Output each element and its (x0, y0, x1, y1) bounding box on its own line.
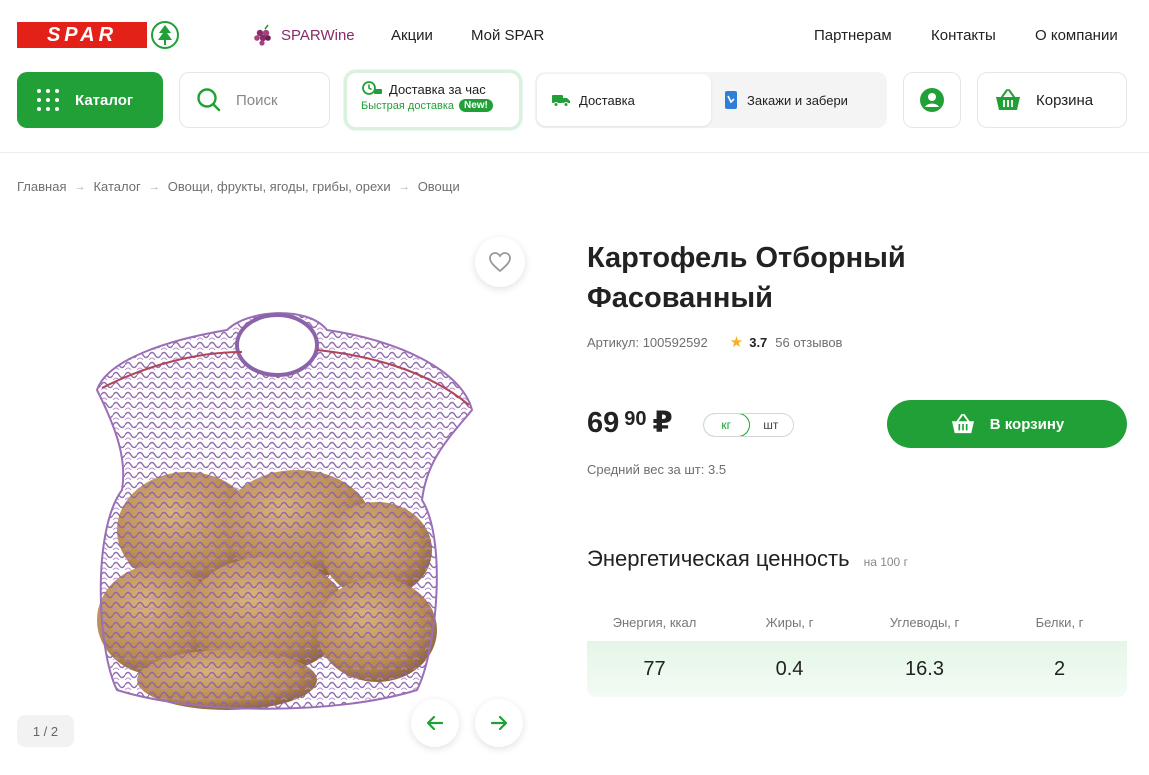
new-badge: New! (459, 99, 493, 112)
catalog-label: Каталог (75, 91, 134, 109)
nutrition-value-fat: 0.4 (775, 657, 804, 680)
breadcrumb-subcategory[interactable]: Овощи (418, 179, 460, 194)
spar-tree-icon (151, 21, 179, 49)
nutrition-header-protein: Белки, г (1035, 614, 1084, 630)
nav-link-partners[interactable]: Партнерам (814, 27, 892, 44)
nutrition-heading: Энергетическая ценность на 100 г (587, 546, 908, 572)
arrow-right-icon (491, 716, 507, 730)
pickup-tab[interactable]: Закажи и забери (723, 74, 848, 126)
fast-delivery-title: Доставка за час (389, 81, 486, 97)
search-placeholder: Поиск (236, 91, 278, 109)
product-title: Картофель Отборный Фасованный (587, 242, 906, 314)
delivery-mode-switch: Доставка Закажи и забери (535, 72, 887, 128)
nutrition-header-fat: Жиры, г (765, 614, 814, 630)
nutrition-header-carbs: Углеводы, г (889, 614, 960, 630)
search-input[interactable]: Поиск (179, 72, 330, 128)
breadcrumb-arrow-icon: → (398, 180, 410, 193)
top-bar: SPAR SPARWine Акции Мой SPAR Партнерам К… (0, 0, 1149, 70)
heart-icon (489, 252, 511, 273)
pickup-icon (725, 91, 737, 109)
average-weight: Средний вес за шт: 3.5 (587, 462, 727, 477)
product-gallery: 1 / 2 (17, 225, 537, 765)
delivery-tab-label: Доставка (579, 92, 635, 108)
sparwine-label: SPARWine (281, 26, 355, 44)
truck-icon (552, 95, 570, 107)
breadcrumb-category[interactable]: Овощи, фрукты, ягоды, грибы, орехи (168, 179, 391, 194)
catalog-button[interactable]: Каталог (17, 72, 163, 128)
breadcrumb-arrow-icon: → (148, 180, 160, 193)
cart-label: Корзина (1036, 91, 1094, 109)
add-to-cart-label: В корзину (989, 415, 1065, 433)
nutrition-value-protein: 2 (1053, 657, 1066, 680)
unit-kg[interactable]: кг (704, 414, 750, 436)
nav-link-about[interactable]: О компании (1035, 27, 1118, 44)
fast-delivery-subtitle: Быстрая доставка (361, 99, 454, 112)
profile-button[interactable] (903, 72, 961, 128)
price-fraction: 90 (624, 408, 647, 430)
nav-link-my-spar[interactable]: Мой SPAR (471, 27, 544, 44)
cart-button[interactable]: Корзина (977, 72, 1127, 128)
image-counter: 1 / 2 (17, 715, 74, 747)
fast-delivery-icon (362, 81, 382, 95)
reviews-link[interactable]: 56 отзывов (775, 335, 842, 350)
spar-logo-wordmark: SPAR (17, 22, 147, 48)
user-icon (920, 88, 944, 112)
sparwine-link[interactable]: SPARWine (253, 24, 355, 46)
unit-pcs[interactable]: шт (749, 414, 794, 436)
basket-icon (951, 413, 974, 434)
prev-image-button[interactable] (411, 699, 459, 747)
nutrition-per: на 100 г (863, 555, 908, 569)
grapes-icon (254, 24, 271, 46)
delivery-tab[interactable]: Доставка (537, 74, 711, 126)
pickup-tab-label: Закажи и забери (747, 92, 848, 108)
arrow-left-icon (427, 716, 443, 730)
nutrition-table: Энергия, ккал Жиры, г Углеводы, г Белки,… (587, 603, 1127, 697)
grid-dots-icon (37, 89, 59, 111)
breadcrumb-catalog[interactable]: Каталог (93, 179, 140, 194)
nutrition-value-carbs: 16.3 (905, 657, 944, 680)
nutrition-value-energy: 77 (643, 657, 666, 680)
add-to-cart-button[interactable]: В корзину (887, 400, 1127, 448)
header-divider (0, 152, 1149, 153)
breadcrumb-arrow-icon: → (74, 180, 86, 193)
nutrition-header-row: Энергия, ккал Жиры, г Углеводы, г Белки,… (587, 603, 1127, 641)
price-currency: ₽ (652, 407, 673, 439)
rating-value: 3.7 (749, 334, 768, 350)
nav-link-promos[interactable]: Акции (391, 27, 433, 44)
spar-logo[interactable]: SPAR (17, 21, 179, 49)
star-icon: ★ (729, 334, 744, 351)
unit-toggle: кг шт (703, 413, 794, 437)
product-meta: Артикул: 100592592 ★ 3.7 56 отзывов (587, 333, 842, 351)
product-image (95, 312, 474, 710)
nutrition-header-energy: Энергия, ккал (612, 614, 697, 630)
price-integer: 69 (587, 407, 620, 439)
sku: Артикул: 100592592 (587, 334, 708, 350)
breadcrumb: Главная → Каталог → Овощи, фрукты, ягоды… (17, 179, 460, 194)
nav-link-contacts[interactable]: Контакты (931, 27, 996, 44)
breadcrumb-home[interactable]: Главная (17, 179, 66, 194)
nutrition-value-row: 77 0.4 16.3 2 (587, 641, 1127, 697)
price: 69 90 ₽ (587, 405, 673, 440)
nutrition-title: Энергетическая ценность (587, 546, 850, 571)
search-icon (197, 88, 221, 112)
next-image-button[interactable] (475, 699, 523, 747)
basket-icon (996, 89, 1020, 110)
fast-delivery-button[interactable]: Доставка за час Быстрая доставка New! (344, 70, 522, 130)
